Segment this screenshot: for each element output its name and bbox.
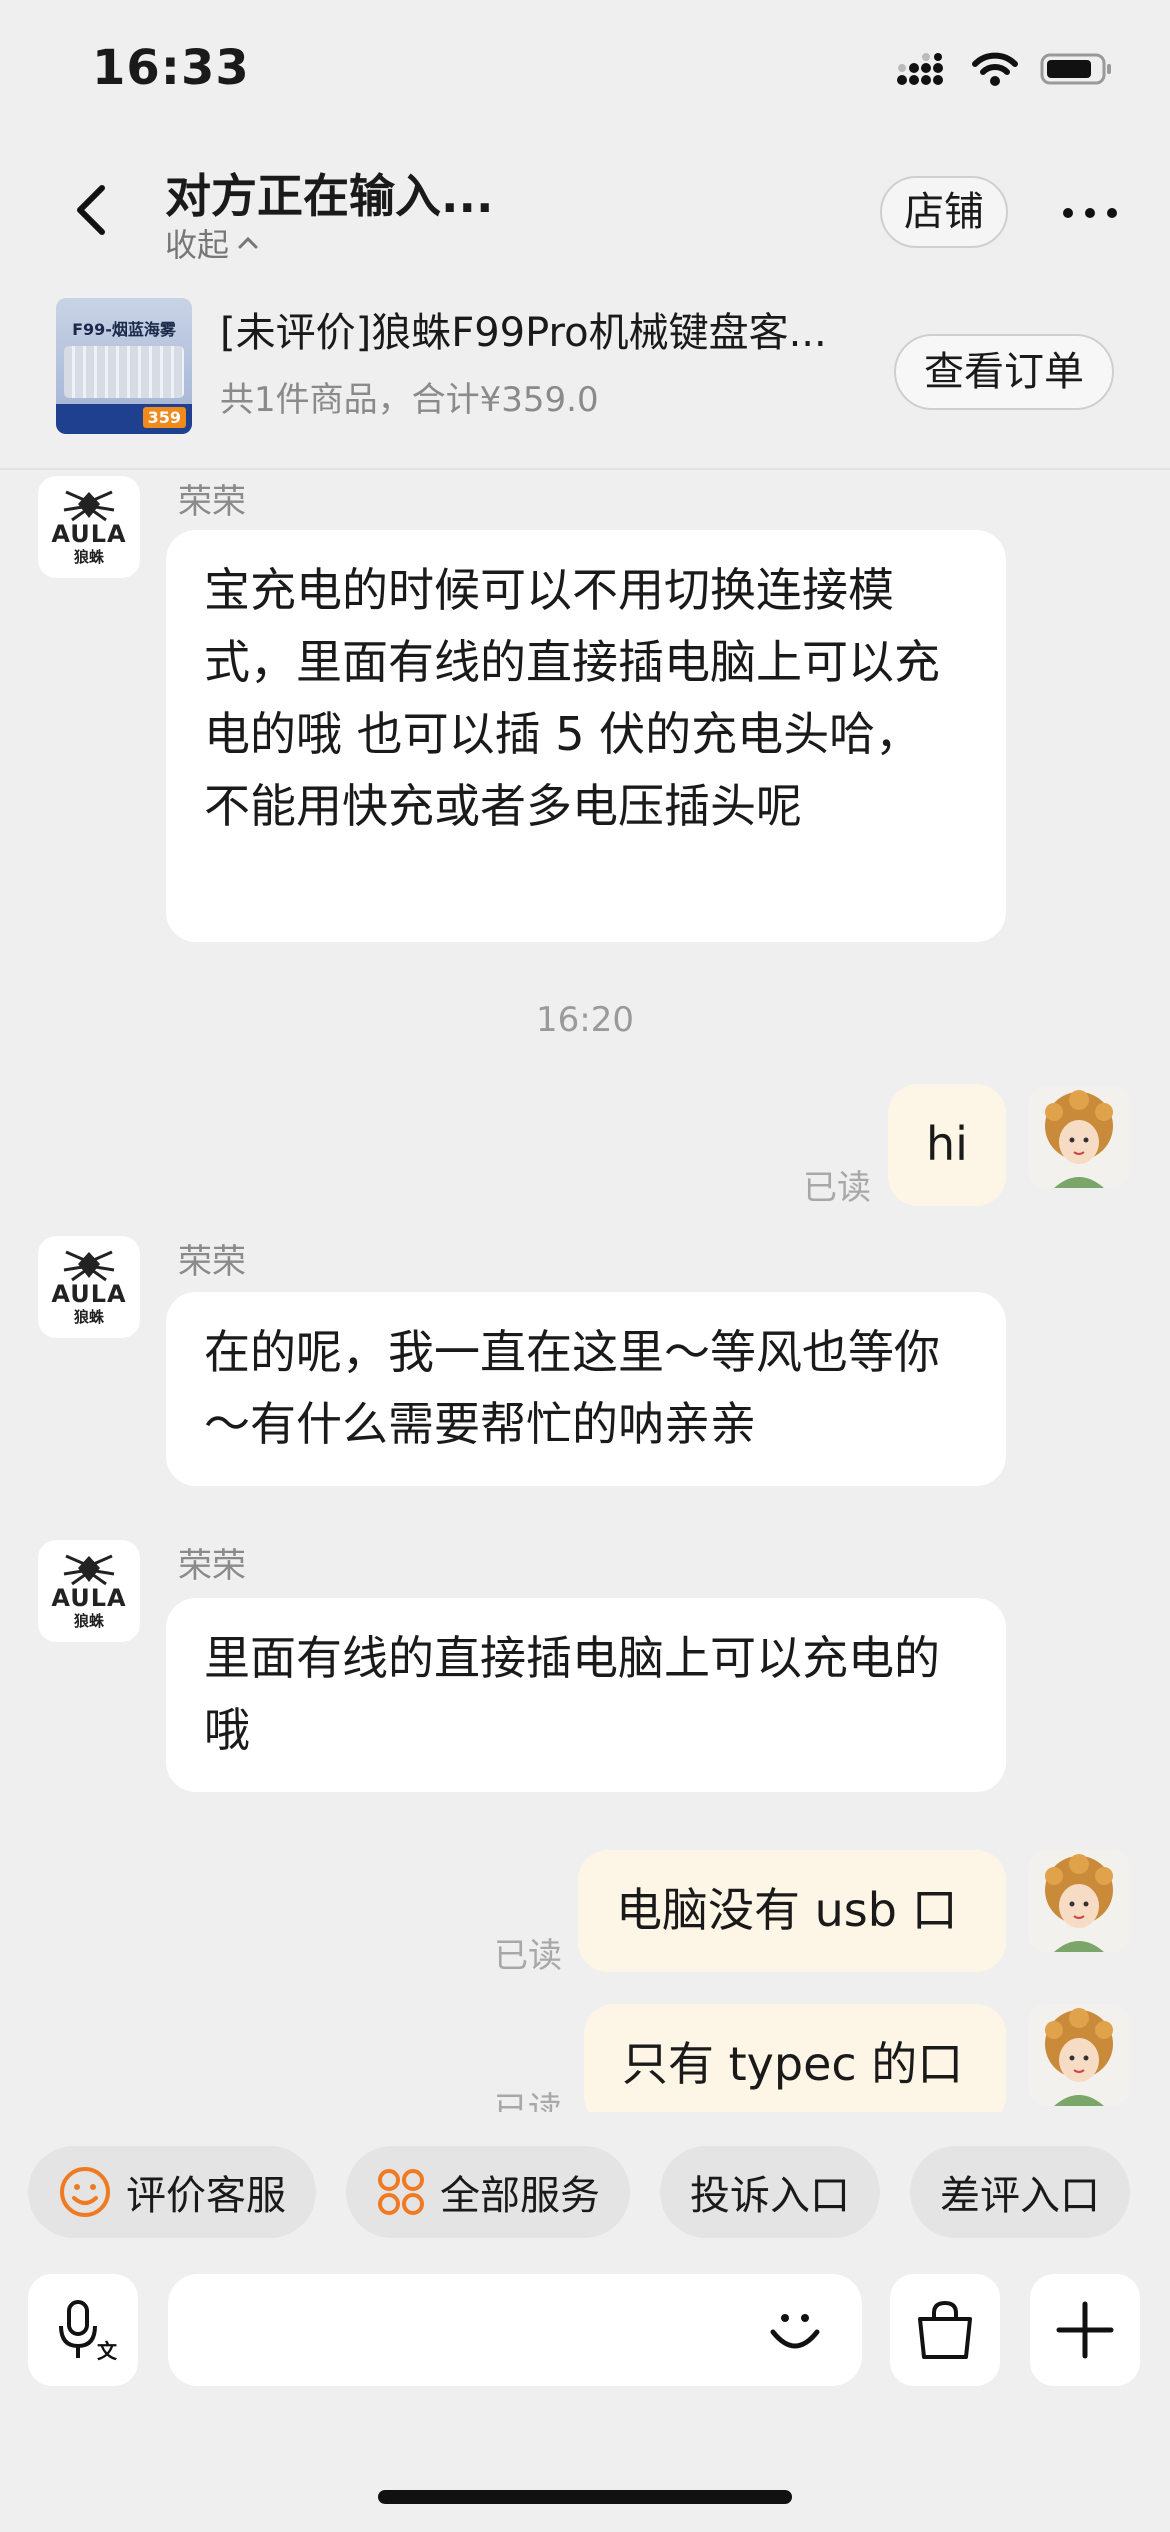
- sender-name: 荣荣: [178, 482, 246, 522]
- thumbnail-price-tag: 359: [142, 407, 186, 428]
- message-bubble[interactable]: 在的呢，我一直在这里～等风也等你～有什么需要帮忙的呐亲亲: [166, 1292, 1006, 1486]
- plus-icon: [1056, 2301, 1114, 2359]
- quick-action-bar: 评价客服 全部服务 投诉入口 差评入口: [28, 2146, 1130, 2238]
- rate-service-chip[interactable]: 评价客服: [28, 2146, 316, 2238]
- logo-text: AULA: [51, 1279, 127, 1308]
- user-avatar-image: [1028, 1086, 1130, 1188]
- user-avatar-image: [1028, 1850, 1130, 1952]
- chip-label: 差评入口: [940, 2173, 1100, 2219]
- shop-avatar[interactable]: AULA 狼蛛: [38, 1236, 140, 1338]
- logo-cn-text: 狼蛛: [73, 1307, 104, 1326]
- chevron-left-icon: [77, 185, 105, 235]
- typing-status-title: 对方正在输入...: [165, 169, 494, 223]
- chat-screen: 16:33 对方正在输入... 收起 店铺 F99-烟蓝海雾 359 [未评价]…: [0, 0, 1170, 2532]
- order-bag-button[interactable]: [890, 2274, 1000, 2386]
- complaint-chip[interactable]: 投诉入口: [660, 2146, 880, 2238]
- all-services-chip[interactable]: 全部服务: [346, 2146, 630, 2238]
- svg-text:文: 文: [97, 2339, 117, 2363]
- user-avatar[interactable]: [1028, 2004, 1130, 2106]
- chip-label: 全部服务: [440, 2173, 600, 2219]
- more-dots-icon: [1063, 208, 1117, 218]
- order-card[interactable]: F99-烟蓝海雾 359 [未评价]狼蛛F99Pro机械键盘客... 共1件商品…: [0, 280, 1170, 470]
- read-receipt: 已读: [803, 1168, 871, 1208]
- voice-input-button[interactable]: 文: [28, 2274, 138, 2386]
- chip-label: 评价客服: [126, 2173, 286, 2219]
- battery-icon: [1040, 53, 1111, 85]
- order-summary: 共1件商品，合计¥359.0: [220, 380, 599, 420]
- emoji-button[interactable]: [750, 2290, 840, 2370]
- sender-name: 荣荣: [178, 1242, 246, 1282]
- thumbnail-label: F99-烟蓝海雾: [72, 320, 176, 339]
- message-bubble[interactable]: 里面有线的直接插电脑上可以充电的哦: [166, 1598, 1006, 1792]
- collapse-label: 收起: [165, 226, 230, 264]
- spider-logo-icon: [63, 1250, 115, 1281]
- grid-icon: [378, 2169, 424, 2215]
- shop-button[interactable]: 店铺: [880, 176, 1008, 248]
- status-bar: 16:33: [0, 0, 1170, 140]
- logo-text: AULA: [51, 519, 127, 548]
- input-bar: 文: [0, 2274, 1170, 2386]
- negative-review-chip[interactable]: 差评入口: [910, 2146, 1130, 2238]
- more-button[interactable]: [1050, 178, 1130, 248]
- shopping-bag-icon: [918, 2300, 972, 2359]
- collapse-toggle[interactable]: 收起: [165, 220, 259, 266]
- shop-avatar[interactable]: AULA 狼蛛: [38, 476, 140, 578]
- keyboard-image: [64, 346, 184, 398]
- wifi-icon: [972, 52, 1018, 86]
- spider-logo-icon: [63, 490, 115, 521]
- product-title[interactable]: [未评价]狼蛛F99Pro机械键盘客...: [220, 300, 880, 358]
- message-bubble-self[interactable]: 只有 typec 的口: [584, 2004, 1006, 2112]
- message-bubble[interactable]: 宝充电的时候可以不用切换连接模式，里面有线的直接插电脑上可以充电的哦 也可以插 …: [166, 530, 1006, 942]
- add-more-button[interactable]: [1030, 2274, 1140, 2386]
- sender-name: 荣荣: [178, 1546, 246, 1586]
- message-bubble-self[interactable]: 电脑没有 usb 口: [578, 1850, 1006, 1972]
- user-avatar[interactable]: [1028, 1850, 1130, 1952]
- logo-cn-text: 狼蛛: [73, 1611, 104, 1630]
- read-receipt: 已读: [494, 2090, 562, 2112]
- product-thumbnail[interactable]: F99-烟蓝海雾 359: [56, 298, 192, 434]
- chevron-up-icon: [238, 236, 258, 249]
- spider-logo-icon: [63, 1554, 115, 1585]
- smile-icon: [60, 2167, 110, 2217]
- emoji-face-icon: [770, 2314, 820, 2349]
- logo-cn-text: 狼蛛: [73, 547, 104, 566]
- read-receipt: 已读: [494, 1936, 562, 1976]
- cellular-signal-icon: [897, 53, 943, 85]
- status-time: 16:33: [92, 40, 250, 96]
- logo-text: AULA: [51, 1583, 127, 1612]
- shop-avatar[interactable]: AULA 狼蛛: [38, 1540, 140, 1642]
- back-button[interactable]: [50, 170, 130, 250]
- user-avatar-image: [1028, 2004, 1130, 2106]
- time-separator: 16:20: [536, 1000, 634, 1040]
- status-icons: [896, 52, 1114, 86]
- view-order-button[interactable]: 查看订单: [894, 334, 1114, 410]
- user-avatar[interactable]: [1028, 1086, 1130, 1188]
- chat-message-list[interactable]: AULA 狼蛛 荣荣 宝充电的时候可以不用切换连接模式，里面有线的直接插电脑上可…: [0, 472, 1170, 2112]
- message-bubble-self[interactable]: hi: [888, 1084, 1006, 1206]
- microphone-icon: 文: [59, 2300, 117, 2363]
- home-indicator[interactable]: [378, 2490, 792, 2504]
- nav-bar: 对方正在输入... 收起 店铺: [0, 140, 1170, 280]
- chip-label: 投诉入口: [690, 2173, 850, 2219]
